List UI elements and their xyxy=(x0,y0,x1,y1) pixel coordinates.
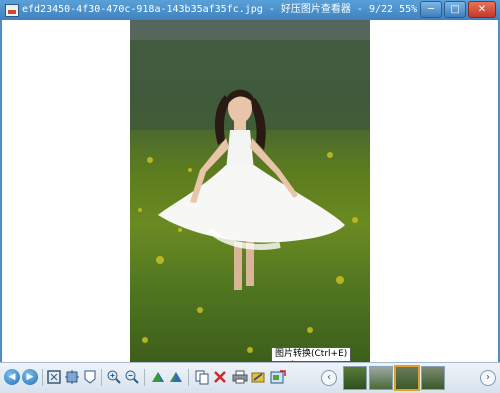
rotate-right-icon[interactable] xyxy=(168,369,184,385)
thumbnail-item[interactable] xyxy=(421,366,445,390)
tooltip-image-convert: 图片转换(Ctrl+E) xyxy=(271,347,352,362)
viewer-window: efd23450-4f30-470c-918a-143b35af35fc.jpg… xyxy=(0,0,500,393)
minimize-button[interactable]: ─ xyxy=(420,1,442,18)
toolbar-separator xyxy=(42,369,43,386)
next-image-button[interactable]: ▶ xyxy=(22,369,38,385)
thumbnail-item-current[interactable] xyxy=(394,365,420,391)
close-button[interactable]: ✕ xyxy=(468,1,496,18)
rotate-left-icon[interactable] xyxy=(150,369,166,385)
copy-icon[interactable] xyxy=(194,369,210,385)
fit-to-window-icon[interactable] xyxy=(46,369,62,385)
actual-size-icon[interactable] xyxy=(64,369,80,385)
toolbar-separator xyxy=(144,369,145,386)
image-canvas[interactable] xyxy=(2,20,498,362)
zoom-out-icon[interactable] xyxy=(124,369,140,385)
thumbnail-item[interactable] xyxy=(343,366,367,390)
photo-illustration xyxy=(130,20,370,353)
toolbar-separator xyxy=(101,369,102,386)
thumbnails-prev-button[interactable]: ‹ xyxy=(321,370,337,386)
maximize-button[interactable]: □ xyxy=(444,1,466,18)
print-icon[interactable] xyxy=(232,369,248,385)
image-convert-icon[interactable] xyxy=(270,369,286,385)
thumbnails-next-button[interactable]: › xyxy=(480,370,496,386)
zoom-in-icon[interactable] xyxy=(106,369,122,385)
delete-icon[interactable] xyxy=(212,369,228,385)
fullscreen-icon[interactable] xyxy=(82,369,98,385)
bottom-toolbar: ◀ ▶ ‹ › xyxy=(0,362,500,393)
photo-image xyxy=(130,20,370,362)
app-icon xyxy=(5,4,19,17)
title-bar[interactable]: efd23450-4f30-470c-918a-143b35af35fc.jpg… xyxy=(0,0,500,20)
previous-image-button[interactable]: ◀ xyxy=(4,369,20,385)
toolbar-separator xyxy=(188,369,189,386)
thumbnail-item[interactable] xyxy=(369,366,393,390)
window-title: efd23450-4f30-470c-918a-143b35af35fc.jpg… xyxy=(22,4,418,15)
edit-image-icon[interactable] xyxy=(250,369,266,385)
